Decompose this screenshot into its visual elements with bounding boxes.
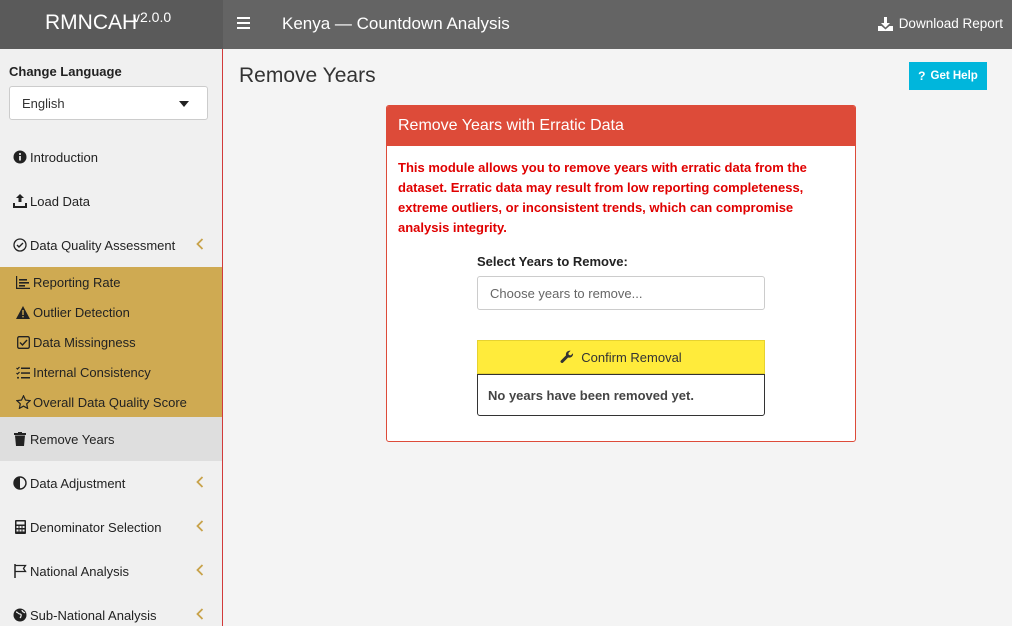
download-report-label: Download Report xyxy=(898,16,1003,31)
sidebar-item-load-data[interactable]: Load Data xyxy=(0,179,222,223)
sidebar-subitem-reporting-rate[interactable]: Reporting Rate xyxy=(0,267,222,297)
calculator-icon xyxy=(12,519,28,535)
sidebar-item-label: Remove Years xyxy=(30,431,115,447)
top-header: RMNCAH v2.0.0 Kenya — Countdown Analysis… xyxy=(0,0,1012,49)
logo-text: RMNCAH xyxy=(45,11,138,34)
box-description: This module allows you to remove years w… xyxy=(398,160,807,235)
chevron-left-icon xyxy=(196,520,204,532)
globe-icon xyxy=(12,607,28,623)
header-title: Kenya — Countdown Analysis xyxy=(282,14,510,33)
sidebar-item-label: Load Data xyxy=(30,193,90,209)
language-label: Change Language xyxy=(9,64,122,79)
select-years-label: Select Years to Remove: xyxy=(477,254,628,269)
list-check-icon xyxy=(15,364,31,380)
sidebar-subitem-label: Outlier Detection xyxy=(33,304,130,320)
download-icon xyxy=(877,16,893,31)
trash-icon xyxy=(12,431,28,447)
get-help-button[interactable]: ? Get Help xyxy=(909,62,987,90)
sidebar-item-label: Data Adjustment xyxy=(30,475,126,491)
question-icon: ? xyxy=(918,69,926,83)
sidebar-item-data-adjustment[interactable]: Data Adjustment xyxy=(0,461,222,505)
removal-status-text: No years have been removed yet. xyxy=(488,388,694,403)
check-circle-icon xyxy=(12,237,28,253)
removal-status-box: No years have been removed yet. xyxy=(477,374,765,416)
chevron-left-icon xyxy=(196,608,204,620)
chevron-left-icon xyxy=(196,476,204,488)
box-title: Remove Years with Erratic Data xyxy=(398,117,624,134)
download-report-button[interactable]: Download Report xyxy=(877,16,1003,31)
sidebar-item-national-analysis[interactable]: National Analysis xyxy=(0,549,222,593)
sidebar-subitem-label: Reporting Rate xyxy=(33,274,121,290)
warning-icon xyxy=(15,304,31,320)
sidebar-item-label: Introduction xyxy=(30,149,98,165)
checkbox-icon xyxy=(15,334,31,350)
chevron-left-icon xyxy=(196,564,204,576)
remove-years-box: Remove Years with Erratic Data This modu… xyxy=(386,105,856,442)
hamburger-menu-icon[interactable] xyxy=(237,14,253,34)
language-select[interactable]: English xyxy=(9,86,208,120)
sidebar-item-sub-national-analysis[interactable]: Sub-National Analysis xyxy=(0,593,222,626)
chevron-left-icon xyxy=(196,238,204,250)
sidebar: Change Language English Introduction Loa… xyxy=(0,49,223,626)
sidebar-subitem-label: Overall Data Quality Score xyxy=(33,394,187,410)
sidebar-item-label: Denominator Selection xyxy=(30,519,162,535)
select-years-input[interactable] xyxy=(477,276,765,310)
app-logo[interactable]: RMNCAH v2.0.0 xyxy=(0,0,223,49)
confirm-removal-button[interactable]: Confirm Removal xyxy=(477,340,765,374)
page-title: Remove Years xyxy=(239,64,376,87)
upload-icon xyxy=(12,193,28,209)
sidebar-subitem-data-missingness[interactable]: Data Missingness xyxy=(0,327,222,357)
chart-icon xyxy=(15,274,31,290)
star-icon xyxy=(15,394,31,410)
sidebar-subitem-overall-dq-score[interactable]: Overall Data Quality Score xyxy=(0,387,222,417)
data-quality-submenu: Reporting Rate Outlier Detection Data Mi… xyxy=(0,267,222,417)
sidebar-item-data-quality-assessment[interactable]: Data Quality Assessment xyxy=(0,223,222,267)
sidebar-item-label: National Analysis xyxy=(30,563,129,579)
adjust-icon xyxy=(12,475,28,491)
sidebar-item-introduction[interactable]: Introduction xyxy=(0,135,222,179)
info-circle-icon xyxy=(12,149,28,165)
sidebar-item-remove-years[interactable]: Remove Years xyxy=(0,417,222,461)
sidebar-subitem-label: Data Missingness xyxy=(33,334,136,350)
sidebar-item-label: Data Quality Assessment xyxy=(30,237,176,253)
sidebar-subitem-outlier-detection[interactable]: Outlier Detection xyxy=(0,297,222,327)
sidebar-item-denominator-selection[interactable]: Denominator Selection xyxy=(0,505,222,549)
confirm-removal-label: Confirm Removal xyxy=(581,349,682,365)
box-header: Remove Years with Erratic Data xyxy=(387,106,855,146)
sidebar-item-label: Sub-National Analysis xyxy=(30,607,157,623)
version-label: v2.0.0 xyxy=(133,9,172,25)
language-value: English xyxy=(22,96,65,111)
sidebar-subitem-internal-consistency[interactable]: Internal Consistency xyxy=(0,357,222,387)
get-help-label: Get Help xyxy=(930,70,978,82)
wrench-icon xyxy=(560,350,574,363)
sidebar-subitem-label: Internal Consistency xyxy=(33,364,151,380)
caret-down-icon xyxy=(179,101,189,107)
flag-icon xyxy=(12,563,28,579)
